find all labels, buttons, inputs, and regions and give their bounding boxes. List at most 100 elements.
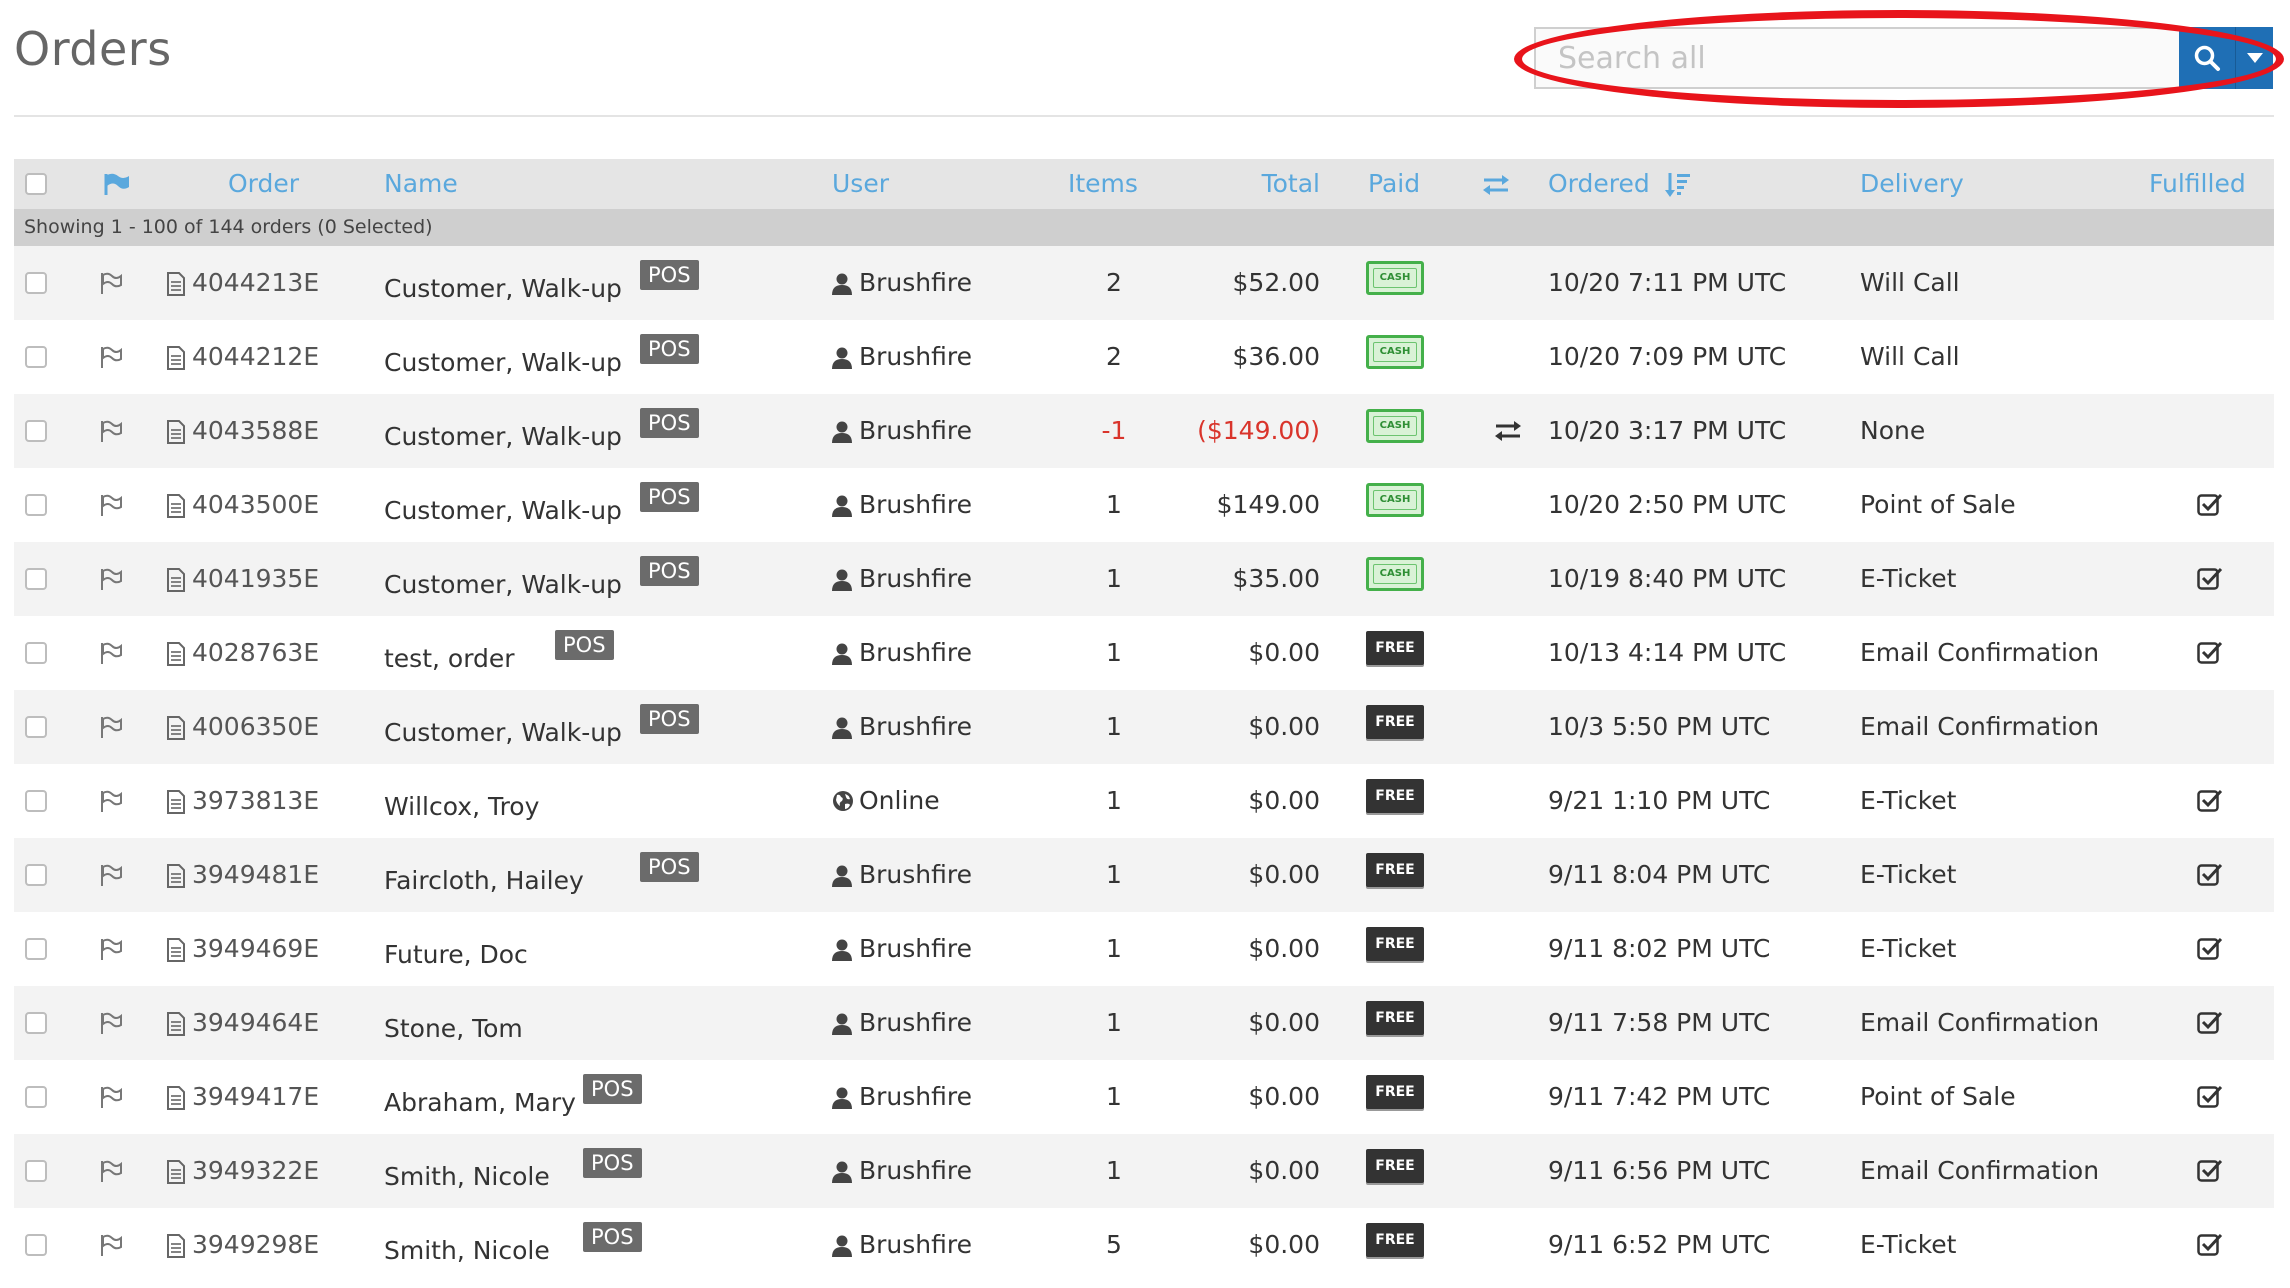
flag-outline-icon[interactable] bbox=[100, 272, 124, 296]
flag-outline-icon[interactable] bbox=[100, 938, 124, 962]
search-options-button[interactable] bbox=[2235, 27, 2273, 89]
document-icon[interactable] bbox=[167, 790, 185, 814]
table-row[interactable]: 3949469E Future, Doc Brushfire 1 $0.00 FREE 9/… bbox=[14, 912, 2274, 986]
document-icon[interactable] bbox=[167, 938, 185, 962]
flag-outline-icon[interactable] bbox=[100, 494, 124, 518]
row-checkbox[interactable] bbox=[25, 346, 47, 368]
item-count: 1 bbox=[1106, 786, 1122, 815]
document-icon[interactable] bbox=[167, 272, 185, 296]
select-all-checkbox[interactable] bbox=[25, 173, 47, 195]
document-icon[interactable] bbox=[167, 420, 185, 444]
flag-outline-icon[interactable] bbox=[100, 568, 124, 592]
order-total: $149.00 bbox=[1216, 490, 1320, 519]
user-name: Online bbox=[859, 786, 940, 815]
flag-outline-icon[interactable] bbox=[100, 716, 124, 740]
order-number-link[interactable]: 4043588E bbox=[192, 394, 319, 468]
flag-outline-icon[interactable] bbox=[100, 346, 124, 370]
row-checkbox[interactable] bbox=[25, 642, 47, 664]
table-row[interactable]: 4044213E Customer, Walk-up POS Brushfire 2 $5… bbox=[14, 246, 2274, 320]
flag-icon[interactable] bbox=[104, 173, 130, 195]
table-row[interactable]: 4043500E Customer, Walk-up POS Brushfire 1 $1… bbox=[14, 468, 2274, 542]
item-count: 1 bbox=[1106, 712, 1122, 741]
order-number-link[interactable]: 3949464E bbox=[192, 986, 319, 1060]
row-checkbox[interactable] bbox=[25, 790, 47, 812]
document-icon[interactable] bbox=[167, 864, 185, 888]
item-count: 1 bbox=[1106, 1008, 1122, 1037]
column-order[interactable]: Order bbox=[228, 159, 299, 209]
row-checkbox[interactable] bbox=[25, 864, 47, 886]
table-row[interactable]: 3949322E Smith, Nicole POS Brushfire 1 $0.00 F… bbox=[14, 1134, 2274, 1208]
document-icon[interactable] bbox=[167, 494, 185, 518]
column-total[interactable]: Total bbox=[1164, 159, 1320, 209]
row-checkbox[interactable] bbox=[25, 938, 47, 960]
checkbox-checked-icon bbox=[2197, 1011, 2223, 1034]
order-number-link[interactable]: 3949322E bbox=[192, 1134, 319, 1208]
row-checkbox[interactable] bbox=[25, 1160, 47, 1182]
order-number-link[interactable]: 3973813E bbox=[192, 764, 319, 838]
flag-outline-icon[interactable] bbox=[100, 642, 124, 666]
document-icon[interactable] bbox=[167, 1012, 185, 1036]
order-number-link[interactable]: 4043500E bbox=[192, 468, 319, 542]
order-number-link[interactable]: 4041935E bbox=[192, 542, 319, 616]
exchange-icon[interactable] bbox=[1482, 174, 1510, 196]
order-number-link[interactable]: 3949469E bbox=[192, 912, 319, 986]
table-row[interactable]: 3973813E Willcox, Troy Online 1 $0.00 FREE 9/2… bbox=[14, 764, 2274, 838]
flag-outline-icon[interactable] bbox=[100, 1160, 124, 1184]
row-checkbox[interactable] bbox=[25, 716, 47, 738]
order-number-link[interactable]: 3949298E bbox=[192, 1208, 319, 1282]
delivery-method: Point of Sale bbox=[1860, 490, 2016, 519]
table-row[interactable]: 4043588E Customer, Walk-up POS Brushfire -1 (… bbox=[14, 394, 2274, 468]
flag-outline-icon[interactable] bbox=[100, 1086, 124, 1110]
flag-outline-icon[interactable] bbox=[100, 1012, 124, 1036]
row-checkbox[interactable] bbox=[25, 1012, 47, 1034]
flag-outline-icon[interactable] bbox=[100, 790, 124, 814]
table-row[interactable]: 3949481E Faircloth, Hailey POS Brushfire 1 $0… bbox=[14, 838, 2274, 912]
table-row[interactable]: 4028763E test, order POS Brushfire 1 $0.00 FRE… bbox=[14, 616, 2274, 690]
order-number-link[interactable]: 4044212E bbox=[192, 320, 319, 394]
flag-outline-icon[interactable] bbox=[100, 864, 124, 888]
flag-outline-icon[interactable] bbox=[100, 1234, 124, 1258]
delivery-method: Email Confirmation bbox=[1860, 638, 2100, 667]
column-items[interactable]: Items bbox=[1068, 159, 1138, 209]
order-number-link[interactable]: 4006350E bbox=[192, 690, 319, 764]
column-name[interactable]: Name bbox=[384, 159, 458, 209]
sort-amount-desc-icon[interactable] bbox=[1665, 172, 1691, 198]
column-paid[interactable]: Paid bbox=[1368, 159, 1420, 209]
row-checkbox[interactable] bbox=[25, 272, 47, 294]
pos-badge: POS bbox=[583, 1222, 642, 1252]
table-row[interactable]: 4044212E Customer, Walk-up POS Brushfire 2 $3… bbox=[14, 320, 2274, 394]
document-icon[interactable] bbox=[167, 1234, 185, 1258]
table-row[interactable]: 3949464E Stone, Tom Brushfire 1 $0.00 FREE 9/1… bbox=[14, 986, 2274, 1060]
user-name: Brushfire bbox=[859, 1156, 973, 1185]
order-number-link[interactable]: 3949417E bbox=[192, 1060, 319, 1134]
user-name: Brushfire bbox=[859, 1230, 973, 1259]
row-checkbox[interactable] bbox=[25, 1234, 47, 1256]
document-icon[interactable] bbox=[167, 346, 185, 370]
search-icon bbox=[2194, 45, 2220, 71]
document-icon[interactable] bbox=[167, 568, 185, 592]
column-ordered[interactable]: Ordered bbox=[1548, 159, 1650, 209]
document-icon[interactable] bbox=[167, 1086, 185, 1110]
row-checkbox[interactable] bbox=[25, 1086, 47, 1108]
column-delivery[interactable]: Delivery bbox=[1860, 159, 1964, 209]
table-row[interactable]: 3949417E Abraham, Mary POS Brushfire 1 $0.00 F… bbox=[14, 1060, 2274, 1134]
user-name: Brushfire bbox=[859, 342, 973, 371]
table-row[interactable]: 3949298E Smith, Nicole POS Brushfire 5 $0.00 F… bbox=[14, 1208, 2274, 1282]
search-button[interactable] bbox=[2179, 27, 2235, 89]
document-icon[interactable] bbox=[167, 716, 185, 740]
order-number-link[interactable]: 4044213E bbox=[192, 246, 319, 320]
table-row[interactable]: 4006350E Customer, Walk-up POS Brushfire 1 $0… bbox=[14, 690, 2274, 764]
order-number-link[interactable]: 3949481E bbox=[192, 838, 319, 912]
document-icon[interactable] bbox=[167, 642, 185, 666]
row-checkbox[interactable] bbox=[25, 568, 47, 590]
column-user[interactable]: User bbox=[832, 159, 889, 209]
document-icon[interactable] bbox=[167, 1160, 185, 1184]
order-number-link[interactable]: 4028763E bbox=[192, 616, 319, 690]
search-input[interactable] bbox=[1534, 27, 2179, 89]
flag-outline-icon[interactable] bbox=[100, 420, 124, 444]
column-fulfilled[interactable]: Fulfilled bbox=[2149, 159, 2246, 209]
table-row[interactable]: 4041935E Customer, Walk-up POS Brushfire 1 $3… bbox=[14, 542, 2274, 616]
user-icon bbox=[832, 643, 852, 665]
row-checkbox[interactable] bbox=[25, 494, 47, 516]
row-checkbox[interactable] bbox=[25, 420, 47, 442]
